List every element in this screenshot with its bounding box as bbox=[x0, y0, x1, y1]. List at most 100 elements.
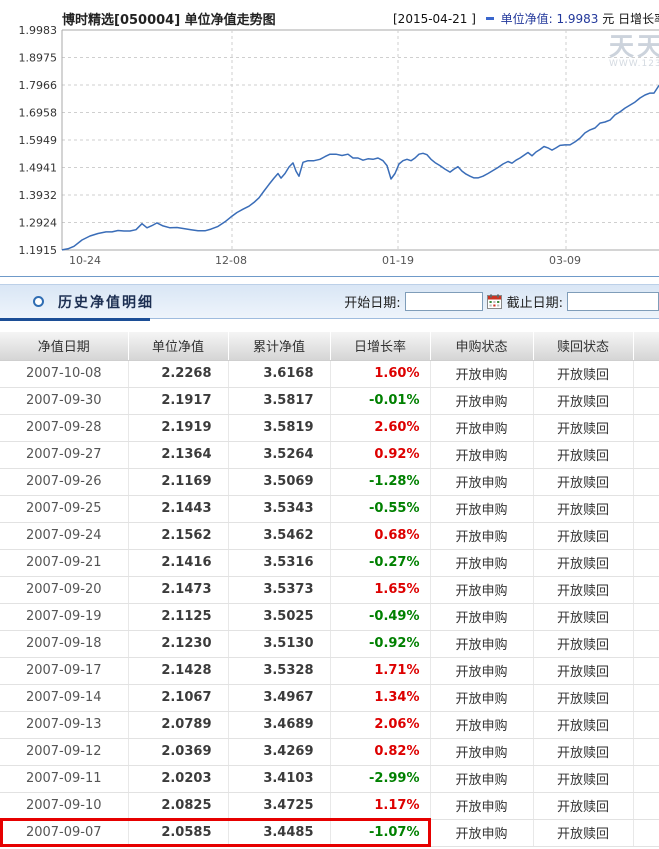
table-row: 2007-09-122.03693.42690.82%开放申购开放赎回 bbox=[0, 738, 659, 765]
cell-purchase-status: 开放申购 bbox=[430, 657, 533, 684]
cell-purchase-status: 开放申购 bbox=[430, 522, 533, 549]
cell-redeem-status: 开放赎回 bbox=[533, 792, 633, 819]
cell-purchase-status: 开放申购 bbox=[430, 792, 533, 819]
cell-nav-date: 2007-09-17 bbox=[0, 657, 128, 684]
cell-daily-growth: -0.27% bbox=[330, 549, 430, 576]
cell-redeem-status: 开放赎回 bbox=[533, 495, 633, 522]
cell-empty bbox=[633, 468, 659, 495]
cell-unit-nav: 2.1562 bbox=[128, 522, 228, 549]
cell-nav-date: 2007-09-14 bbox=[0, 684, 128, 711]
cell-purchase-status: 开放申购 bbox=[430, 603, 533, 630]
cell-nav-date: 2007-09-10 bbox=[0, 792, 128, 819]
cell-unit-nav: 2.0585 bbox=[128, 819, 228, 846]
cell-nav-date: 2007-09-26 bbox=[0, 468, 128, 495]
cell-cumulative-nav: 3.5343 bbox=[228, 495, 330, 522]
cell-nav-date: 2007-09-21 bbox=[0, 549, 128, 576]
cell-unit-nav: 2.1919 bbox=[128, 414, 228, 441]
cell-nav-date: 2007-09-19 bbox=[0, 603, 128, 630]
legend-unit-suffix: 元 bbox=[602, 12, 614, 26]
table-row: 2007-09-072.05853.4485-1.07%开放申购开放赎回 bbox=[0, 819, 659, 846]
cell-daily-growth: 1.65% bbox=[330, 576, 430, 603]
calendar-icon[interactable] bbox=[487, 294, 502, 309]
cell-purchase-status: 开放申购 bbox=[430, 711, 533, 738]
cell-unit-nav: 2.1067 bbox=[128, 684, 228, 711]
svg-text:1.4941: 1.4941 bbox=[19, 162, 58, 175]
table-row: 2007-09-182.12303.5130-0.92%开放申购开放赎回 bbox=[0, 630, 659, 657]
cell-purchase-status: 开放申购 bbox=[430, 414, 533, 441]
cell-unit-nav: 2.1364 bbox=[128, 441, 228, 468]
col-header-5: 赎回状态 bbox=[533, 332, 633, 360]
cell-unit-nav: 2.0203 bbox=[128, 765, 228, 792]
cell-purchase-status: 开放申购 bbox=[430, 630, 533, 657]
cell-daily-growth: 0.82% bbox=[330, 738, 430, 765]
cell-empty bbox=[633, 576, 659, 603]
cell-cumulative-nav: 3.5817 bbox=[228, 387, 330, 414]
svg-text:1.9983: 1.9983 bbox=[19, 24, 58, 37]
chart-title: 博时精选[050004] 单位净值走势图 bbox=[62, 9, 276, 28]
cell-empty bbox=[633, 738, 659, 765]
start-date-input[interactable] bbox=[405, 292, 483, 311]
cell-empty bbox=[633, 630, 659, 657]
cell-cumulative-nav: 3.5025 bbox=[228, 603, 330, 630]
start-date-label: 开始日期: bbox=[344, 292, 400, 311]
cell-purchase-status: 开放申购 bbox=[430, 549, 533, 576]
cell-nav-date: 2007-09-30 bbox=[0, 387, 128, 414]
cell-empty bbox=[633, 603, 659, 630]
cell-unit-nav: 2.0369 bbox=[128, 738, 228, 765]
history-table-wrap: 净值日期单位净值累计净值日增长率申购状态赎回状态 2007-10-082.226… bbox=[0, 332, 659, 847]
cell-redeem-status: 开放赎回 bbox=[533, 576, 633, 603]
svg-text:1.7966: 1.7966 bbox=[19, 79, 58, 92]
cell-unit-nav: 2.2268 bbox=[128, 360, 228, 387]
cell-unit-nav: 2.1230 bbox=[128, 630, 228, 657]
table-row: 2007-09-172.14283.53281.71%开放申购开放赎回 bbox=[0, 657, 659, 684]
cell-empty bbox=[633, 792, 659, 819]
cell-unit-nav: 2.1125 bbox=[128, 603, 228, 630]
cell-purchase-status: 开放申购 bbox=[430, 387, 533, 414]
cell-daily-growth: 1.34% bbox=[330, 684, 430, 711]
date-filter-group: 开始日期: 截止日期: bbox=[344, 292, 659, 311]
table-row: 2007-09-132.07893.46892.06%开放申购开放赎回 bbox=[0, 711, 659, 738]
cell-purchase-status: 开放申购 bbox=[430, 576, 533, 603]
cell-daily-growth: -1.07% bbox=[330, 819, 430, 846]
legend-unit-label: 单位净值: bbox=[501, 12, 553, 26]
cell-redeem-status: 开放赎回 bbox=[533, 387, 633, 414]
cell-cumulative-nav: 3.4725 bbox=[228, 792, 330, 819]
table-row: 2007-09-262.11693.5069-1.28%开放申购开放赎回 bbox=[0, 468, 659, 495]
legend-date: [2015-04-21 ] bbox=[393, 12, 476, 26]
cell-nav-date: 2007-09-25 bbox=[0, 495, 128, 522]
cell-nav-date: 2007-09-18 bbox=[0, 630, 128, 657]
cell-redeem-status: 开放赎回 bbox=[533, 360, 633, 387]
cell-purchase-status: 开放申购 bbox=[430, 360, 533, 387]
end-date-input[interactable] bbox=[567, 292, 659, 311]
nav-trend-chart-panel: 博时精选[050004] 单位净值走势图 [2015-04-21 ] 单位净值:… bbox=[0, 0, 659, 277]
cell-nav-date: 2007-09-27 bbox=[0, 441, 128, 468]
table-row: 2007-09-272.13643.52640.92%开放申购开放赎回 bbox=[0, 441, 659, 468]
cell-unit-nav: 2.1169 bbox=[128, 468, 228, 495]
cell-redeem-status: 开放赎回 bbox=[533, 711, 633, 738]
cell-redeem-status: 开放赎回 bbox=[533, 603, 633, 630]
nav-line-chart: 1.99831.89751.79661.69581.59491.49411.39… bbox=[0, 0, 659, 277]
chart-legend: [2015-04-21 ] 单位净值: 1.9983 元 日增长率: 3.6 bbox=[393, 10, 659, 27]
cell-purchase-status: 开放申购 bbox=[430, 495, 533, 522]
table-row: 2007-09-282.19193.58192.60%开放申购开放赎回 bbox=[0, 414, 659, 441]
svg-text:12-08: 12-08 bbox=[215, 254, 247, 267]
table-row: 2007-09-142.10673.49671.34%开放申购开放赎回 bbox=[0, 684, 659, 711]
cell-empty bbox=[633, 819, 659, 846]
cell-empty bbox=[633, 657, 659, 684]
cell-cumulative-nav: 3.4485 bbox=[228, 819, 330, 846]
table-header-row: 净值日期单位净值累计净值日增长率申购状态赎回状态 bbox=[0, 332, 659, 360]
svg-text:1.8975: 1.8975 bbox=[19, 52, 58, 65]
cell-purchase-status: 开放申购 bbox=[430, 468, 533, 495]
cell-purchase-status: 开放申购 bbox=[430, 765, 533, 792]
cell-nav-date: 2007-09-11 bbox=[0, 765, 128, 792]
cell-cumulative-nav: 3.5819 bbox=[228, 414, 330, 441]
cell-nav-date: 2007-10-08 bbox=[0, 360, 128, 387]
legend-unit-value: 1.9983 bbox=[556, 12, 602, 26]
cell-nav-date: 2007-09-12 bbox=[0, 738, 128, 765]
cell-cumulative-nav: 3.4689 bbox=[228, 711, 330, 738]
cell-daily-growth: 2.60% bbox=[330, 414, 430, 441]
cell-daily-growth: -0.01% bbox=[330, 387, 430, 414]
cell-daily-growth: 0.92% bbox=[330, 441, 430, 468]
history-section-bar: 历史净值明细 开始日期: 截止日期: bbox=[0, 284, 659, 318]
svg-text:03-09: 03-09 bbox=[549, 254, 581, 267]
